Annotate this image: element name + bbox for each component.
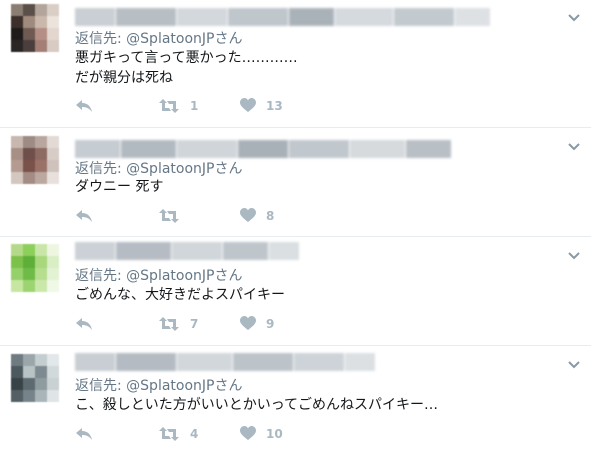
tweet-text: 悪ガキって言って悪かった………… だが親分は死ね [75,48,298,88]
retweet-count: 4 [190,427,199,441]
like-count: 8 [266,208,275,223]
tweet-text-line: ダウニー 死す [75,179,164,195]
reply-to-label: 返信先: [75,31,122,47]
tweet[interactable]: 返信先: @SplatoonJPさん ごめんな、大好きだよスパイキー 7 9 [0,237,591,346]
reply-button[interactable] [75,316,103,332]
reply-icon [76,428,92,440]
display-name[interactable] [75,242,299,260]
display-name[interactable] [75,140,451,158]
tweet-text-line: 悪ガキって言って悪かった………… [75,50,298,66]
like-button[interactable]: 9 [240,316,274,331]
like-button[interactable]: 8 [240,208,274,223]
tweet[interactable]: 返信先: @SplatoonJPさん ダウニー 死す 8 [0,128,591,237]
tweet[interactable]: 返信先: @SplatoonJPさん こ、殺しといた方がいいとかいってごめんねス… [0,346,591,458]
tweet-text-line: こ、殺しといた方がいいとかいってごめんねスパイキー… [75,397,439,413]
avatar[interactable] [11,4,59,52]
reply-icon [76,100,92,112]
like-button[interactable]: 13 [240,98,283,113]
heart-icon [240,316,256,330]
heart-icon [240,208,256,222]
like-button[interactable]: 10 [240,426,283,441]
display-name[interactable] [75,8,490,26]
tweet-text: こ、殺しといた方がいいとかいってごめんねスパイキー… [75,395,438,415]
retweet-button[interactable]: 7 [158,316,198,332]
reply-button[interactable] [75,208,103,224]
like-count: 13 [266,98,283,113]
retweet-button[interactable]: 4 [158,426,198,442]
avatar[interactable] [11,244,59,292]
chevron-down-icon[interactable] [567,249,581,263]
tweet-text-line: ごめんな、大好きだよスパイキー [75,287,285,303]
reply-to-handle[interactable]: @SplatoonJPさん [126,378,242,394]
reply-icon [76,210,92,222]
retweet-icon [159,209,179,223]
retweet-count: 1 [190,99,199,113]
retweet-icon [159,99,179,113]
tweet-text: ごめんな、大好きだよスパイキー [75,285,285,305]
tweet-text: ダウニー 死す [75,177,163,197]
heart-icon [240,426,256,440]
retweet-count: 7 [190,317,199,331]
reply-button[interactable] [75,98,103,114]
reply-icon [76,318,92,330]
heart-icon [240,98,256,112]
tweet-text-line: だが親分は死ね [75,70,173,86]
avatar[interactable] [11,354,59,402]
reply-to-line: 返信先: @SplatoonJPさん [75,265,242,285]
like-count: 10 [266,426,283,441]
reply-to-label: 返信先: [75,161,122,177]
chevron-down-icon[interactable] [567,358,581,372]
like-count: 9 [266,316,275,331]
tweet[interactable]: 返信先: @SplatoonJPさん 悪ガキって言って悪かった………… だが親分… [0,0,591,128]
reply-to-handle[interactable]: @SplatoonJPさん [126,161,242,177]
reply-to-line: 返信先: @SplatoonJPさん [75,158,242,178]
reply-to-handle[interactable]: @SplatoonJPさん [126,268,242,284]
retweet-icon [159,427,179,441]
retweet-button[interactable] [158,208,190,224]
avatar[interactable] [11,136,59,184]
chevron-down-icon[interactable] [567,140,581,154]
reply-to-line: 返信先: @SplatoonJPさん [75,28,242,48]
display-name[interactable] [75,353,375,371]
retweet-button[interactable]: 1 [158,98,198,114]
reply-button[interactable] [75,426,103,442]
chevron-down-icon[interactable] [567,11,581,25]
reply-to-handle[interactable]: @SplatoonJPさん [126,31,242,47]
reply-to-label: 返信先: [75,268,122,284]
reply-to-label: 返信先: [75,378,122,394]
reply-to-line: 返信先: @SplatoonJPさん [75,375,242,395]
retweet-icon [159,317,179,331]
